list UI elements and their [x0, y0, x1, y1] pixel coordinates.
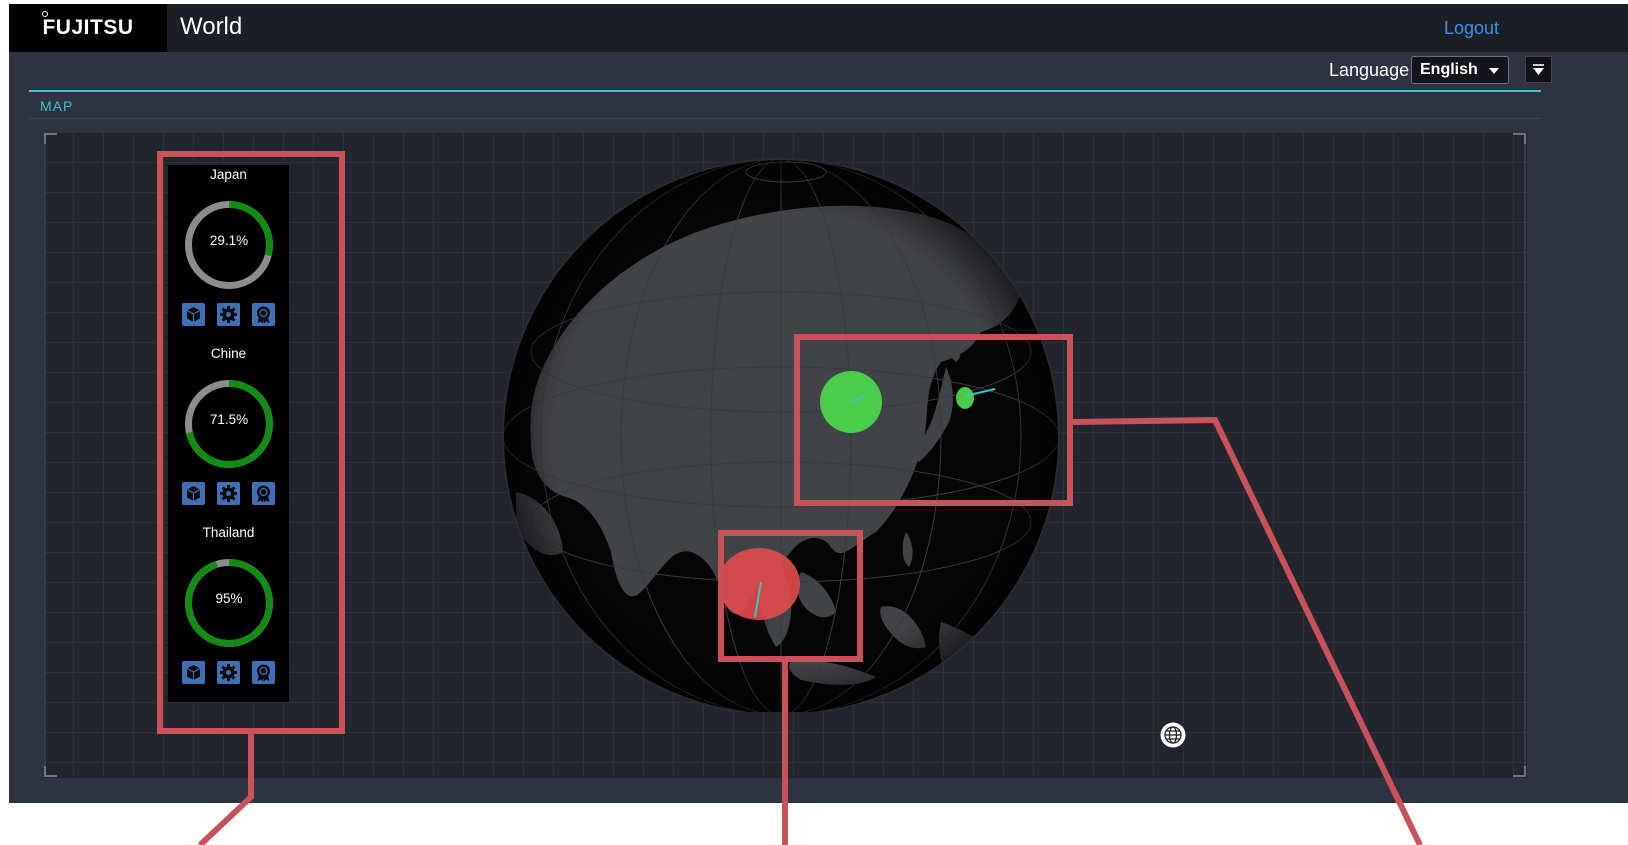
country-actions	[182, 482, 276, 506]
map-section-divider	[29, 118, 1541, 119]
award-icon[interactable]	[252, 303, 275, 326]
country-card-chine: Chine 71.5%	[168, 344, 289, 523]
cube-icon[interactable]	[182, 482, 205, 505]
cube-icon[interactable]	[182, 303, 205, 326]
globe[interactable]	[501, 152, 1061, 712]
fujitsu-logo: FUJITSU	[9, 4, 167, 52]
country-actions	[182, 661, 276, 685]
filter-menu-button[interactable]	[1525, 56, 1552, 83]
country-name: Thailand	[202, 525, 255, 540]
map-section-label: MAP	[40, 98, 74, 114]
country-card-japan: Japan 29.1%	[168, 165, 289, 344]
country-name: Chine	[210, 346, 247, 361]
country-actions	[182, 303, 276, 327]
header-bar: FUJITSU World Logout	[9, 4, 1628, 52]
cube-icon[interactable]	[182, 661, 205, 684]
logo-dot-mark	[42, 11, 48, 17]
progress-value: 71.5%	[209, 412, 249, 427]
map-section-rule	[29, 90, 1541, 92]
language-selected-value: English	[1420, 61, 1478, 78]
logout-link[interactable]: Logout	[1444, 18, 1499, 39]
progress-value: 29.1%	[209, 233, 249, 248]
award-icon[interactable]	[252, 482, 275, 505]
globe-view-icon[interactable]	[1160, 722, 1186, 748]
brand-logo-text: FUJITSU	[42, 16, 134, 39]
progress-value: 95%	[215, 591, 243, 606]
app-window: FUJITSU World Logout Language English MA…	[9, 4, 1628, 803]
page-title: World	[180, 13, 243, 40]
country-card-thailand: Thailand 95%	[168, 523, 289, 702]
thailand-marker[interactable]	[718, 548, 800, 620]
language-select[interactable]: English	[1411, 56, 1509, 84]
country-name: Japan	[210, 167, 247, 182]
globe-shading	[503, 159, 1059, 712]
map-canvas[interactable]: Japan 29.1% Chine 71.5% Thailand 95%	[43, 132, 1527, 778]
china-marker[interactable]	[820, 371, 882, 433]
gear-icon[interactable]	[217, 482, 240, 505]
gear-icon[interactable]	[217, 661, 240, 684]
award-icon[interactable]	[252, 661, 275, 684]
language-label: Language	[1329, 60, 1410, 80]
filter-icon	[1533, 64, 1544, 75]
chevron-down-icon	[1489, 68, 1499, 74]
gear-icon[interactable]	[217, 303, 240, 326]
country-stats-panel: Japan 29.1% Chine 71.5% Thailand 95%	[168, 165, 289, 702]
